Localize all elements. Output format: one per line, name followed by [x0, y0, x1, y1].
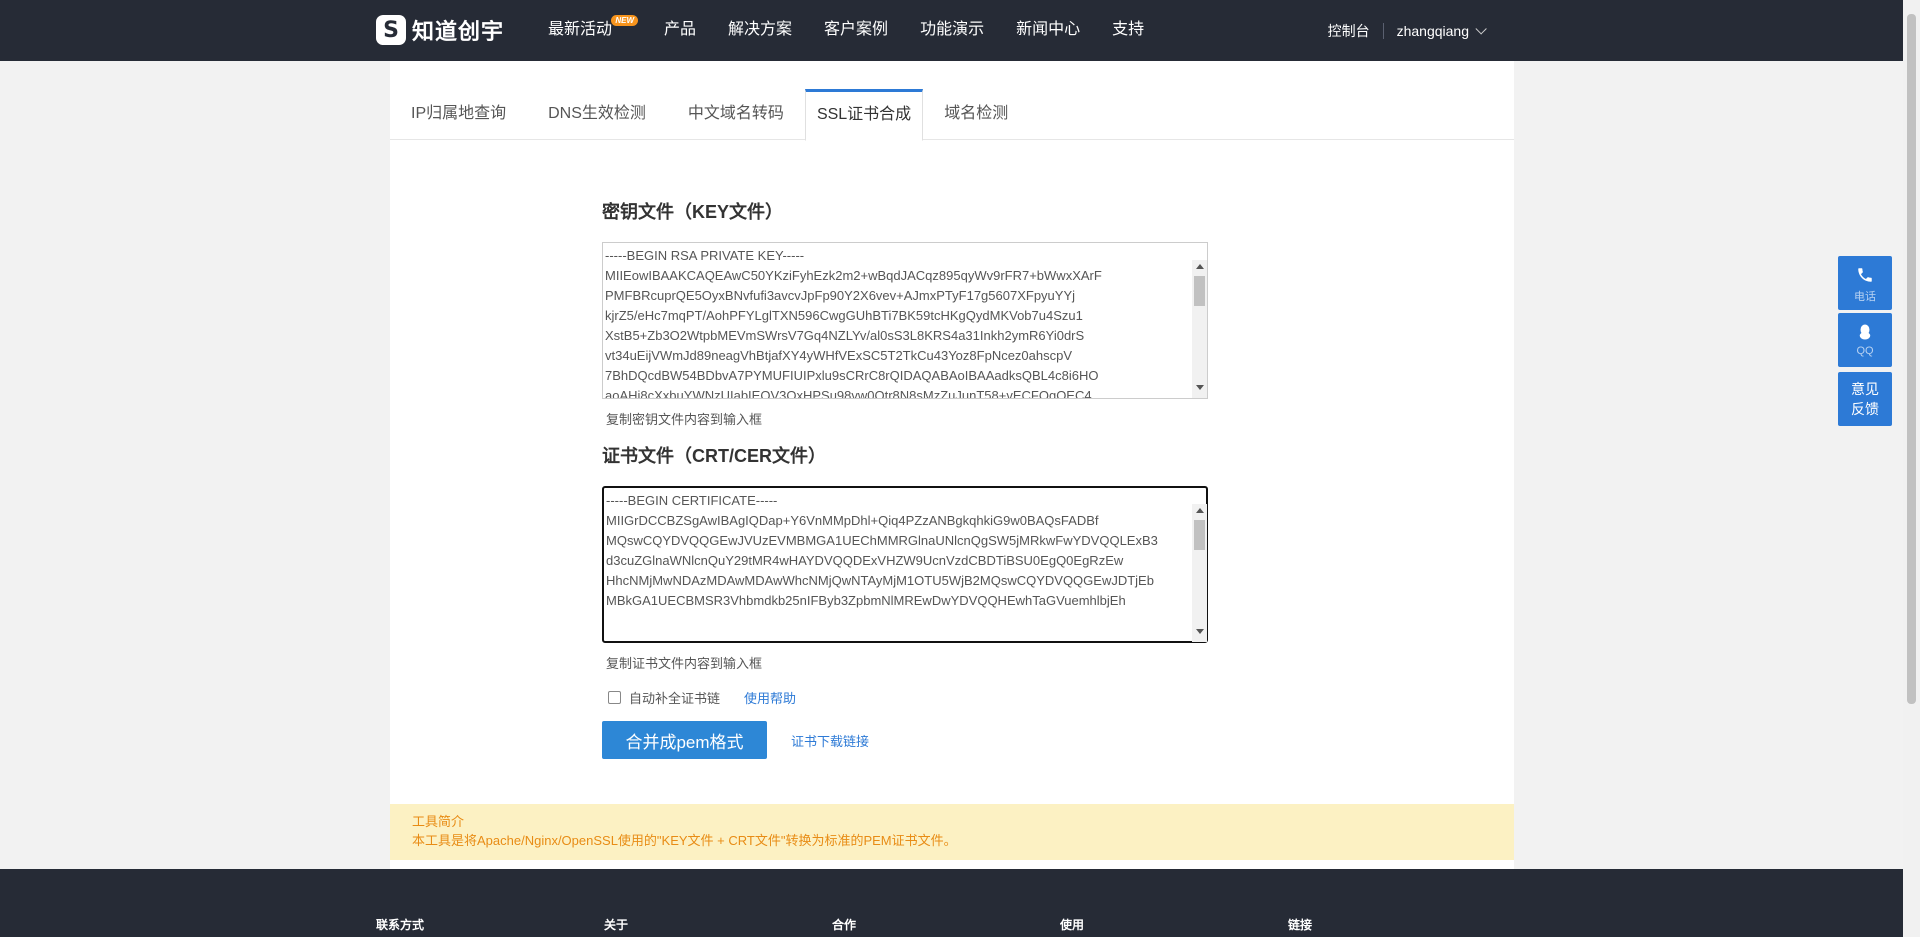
footer-col-contact: 联系方式	[376, 918, 425, 932]
logo-text: 知道创宇	[412, 19, 505, 44]
chevron-down-icon[interactable]	[1475, 22, 1487, 35]
tab-ip-lookup[interactable]: IP归属地查询	[390, 89, 527, 140]
footer-col-about: 关于	[604, 918, 629, 932]
auto-chain-row: 自动补全证书链 使用帮助	[602, 687, 1210, 707]
scroll-down-icon[interactable]	[1196, 629, 1204, 634]
phone-icon	[1858, 268, 1872, 282]
tab-domain-check[interactable]: 域名检测	[923, 89, 1029, 140]
footer-col-links: 链接	[1288, 918, 1313, 932]
cert-section-title: 证书文件（CRT/CER文件）	[602, 446, 826, 466]
key-textarea-scrollbar[interactable]	[1192, 260, 1207, 398]
page-scroll-thumb[interactable]	[1907, 14, 1916, 704]
footer: 联系方式 关于 合作 使用 链接	[0, 869, 1903, 937]
scroll-up-icon[interactable]	[1196, 264, 1204, 269]
console-link[interactable]: 控制台	[1328, 21, 1370, 41]
phone-contact-button[interactable]: 电话	[1838, 256, 1892, 310]
auto-chain-label[interactable]: 自动补全证书链	[629, 688, 720, 707]
logo[interactable]: S 知道创宇	[376, 14, 504, 46]
qq-label: QQ	[1856, 345, 1874, 357]
scroll-down-icon[interactable]	[1196, 385, 1204, 390]
nav-item-products[interactable]: 产品	[664, 0, 696, 61]
feedback-button[interactable]: 意见 反馈	[1838, 372, 1892, 426]
key-hint: 复制密钥文件内容到输入框	[606, 412, 763, 427]
nav-item-news[interactable]: 新闻中心	[1016, 0, 1080, 61]
cert-textarea-scrollbar[interactable]	[1192, 504, 1207, 642]
help-link[interactable]: 使用帮助	[744, 688, 796, 707]
qq-penguin-icon	[1859, 324, 1871, 340]
key-textarea[interactable]: -----BEGIN RSA PRIVATE KEY----- MIIEowIB…	[602, 242, 1208, 399]
tool-tabs: IP归属地查询 DNS生效检测 中文域名转码 SSL证书合成 域名检测	[390, 89, 1514, 141]
ssl-merge-form: 密钥文件（KEY文件） -----BEGIN RSA PRIVATE KEY--…	[602, 199, 1210, 759]
tab-ssl-merge[interactable]: SSL证书合成	[804, 89, 924, 141]
nav-item-solutions[interactable]: 解决方案	[728, 0, 792, 61]
feedback-label-line2: 反馈	[1851, 401, 1879, 417]
page-scrollbar[interactable]	[1903, 0, 1920, 937]
main-nav: 最新活动 NEW 产品 解决方案 客户案例 功能演示 新闻中心 支持	[548, 0, 1176, 61]
footer-columns: 联系方式 关于 合作 使用 链接	[376, 916, 1516, 933]
intro-title: 工具简介	[412, 814, 465, 829]
top-nav-bar: S 知道创宇 最新活动 NEW 产品 解决方案 客户案例 功能演示 新闻中心 支…	[0, 0, 1903, 61]
main-panel: IP归属地查询 DNS生效检测 中文域名转码 SSL证书合成 域名检测 密钥文件…	[390, 61, 1514, 869]
merge-pem-button[interactable]: 合并成pem格式	[602, 721, 767, 759]
nav-item-cases[interactable]: 客户案例	[824, 0, 888, 61]
key-textarea-wrap: -----BEGIN RSA PRIVATE KEY----- MIIEowIB…	[602, 242, 1208, 399]
tool-intro: 工具简介 本工具是将Apache/Nginx/OpenSSL使用的"KEY文件 …	[390, 804, 1514, 860]
username-menu[interactable]: zhangqiang	[1397, 23, 1469, 39]
tab-dns-check[interactable]: DNS生效检测	[527, 89, 667, 140]
user-area: 控制台 zhangqiang	[1328, 0, 1487, 61]
cert-download-link[interactable]: 证书下载链接	[791, 731, 869, 750]
footer-col-cooperation: 合作	[832, 918, 857, 932]
phone-label: 电话	[1854, 291, 1876, 303]
footer-col-usage: 使用	[1060, 918, 1085, 932]
nav-item-support[interactable]: 支持	[1112, 0, 1144, 61]
qq-contact-button[interactable]: QQ	[1838, 313, 1892, 367]
tab-idn-convert[interactable]: 中文域名转码	[667, 89, 805, 140]
cert-textarea-wrap: -----BEGIN CERTIFICATE----- MIIGrDCCBZSg…	[602, 486, 1208, 643]
auto-chain-checkbox[interactable]	[608, 690, 621, 704]
nav-item-demos[interactable]: 功能演示	[920, 0, 984, 61]
feedback-label-line1: 意见	[1851, 381, 1879, 397]
logo-mark-icon: S	[376, 15, 406, 45]
nav-item-latest-activity[interactable]: 最新活动 NEW	[548, 0, 639, 61]
key-section-title: 密钥文件（KEY文件）	[602, 202, 784, 222]
cert-textarea[interactable]: -----BEGIN CERTIFICATE----- MIIGrDCCBZSg…	[602, 486, 1208, 643]
scroll-up-icon[interactable]	[1196, 508, 1204, 513]
scroll-thumb[interactable]	[1194, 520, 1205, 550]
scroll-thumb[interactable]	[1194, 276, 1205, 306]
action-row: 合并成pem格式 证书下载链接	[602, 721, 1210, 759]
cert-hint: 复制证书文件内容到输入框	[606, 656, 763, 671]
nav-item-label: 最新活动	[548, 21, 613, 38]
divider	[1382, 22, 1384, 39]
new-badge: NEW	[611, 15, 639, 26]
intro-text: 本工具是将Apache/Nginx/OpenSSL使用的"KEY文件 + CRT…	[412, 833, 957, 848]
